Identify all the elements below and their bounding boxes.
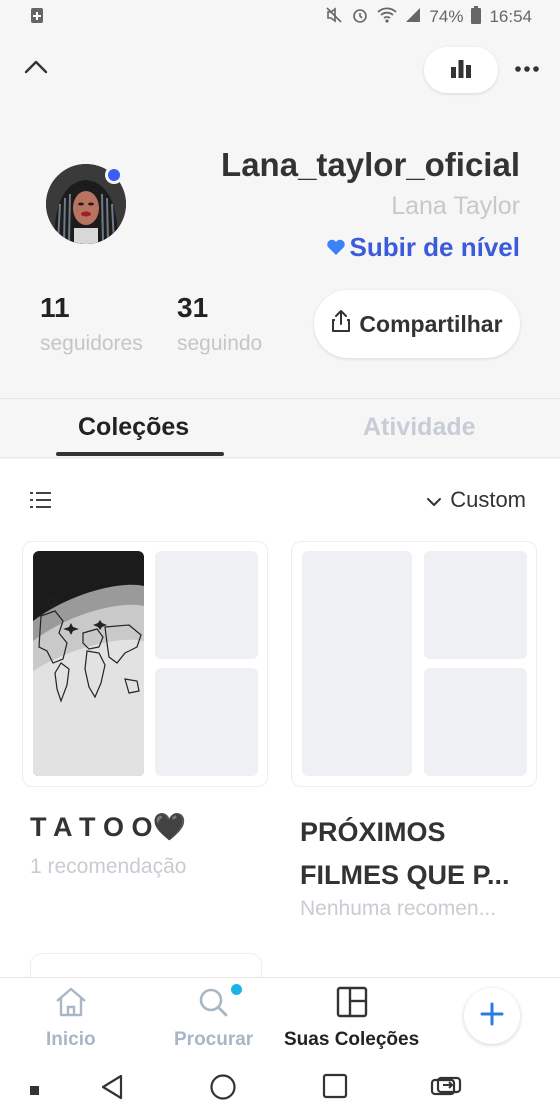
battery-icon [471, 5, 482, 29]
nav-procurar-label: Procurar [174, 1029, 254, 1050]
collection-card-proximos-filmes[interactable] [291, 541, 537, 787]
collection-placeholder [424, 668, 527, 776]
following-count: 31 [177, 292, 209, 323]
share-icon [331, 309, 351, 339]
top-bar [0, 44, 560, 96]
collapse-button[interactable] [20, 52, 52, 84]
nav-inicio-label: Inicio [46, 1029, 96, 1050]
collection-cover-image [33, 551, 144, 776]
plus-icon [479, 1001, 505, 1032]
profile-tabs: Coleções Atividade [0, 398, 560, 458]
status-bar: 74% 16:54 [0, 0, 560, 34]
home-icon [54, 986, 88, 1023]
list-view-button[interactable] [30, 491, 52, 514]
system-nav-bar [0, 1061, 560, 1120]
nav-procurar[interactable]: Procurar [174, 984, 254, 1051]
system-home-icon[interactable] [209, 1073, 237, 1106]
more-dots-icon [514, 60, 540, 78]
chevron-up-icon [20, 60, 52, 88]
collection-placeholder [424, 551, 527, 659]
search-icon [197, 984, 242, 1023]
nav-inicio[interactable]: Inicio [46, 986, 96, 1051]
collection-title-line: PRÓXIMOS [300, 817, 446, 847]
nav-suas-colecoes-label: Suas Coleções [284, 1029, 420, 1050]
active-tab-indicator [56, 452, 224, 456]
collections-content: Custom T A T O O🖤 1 recomendação PRÓXIMO… [0, 459, 560, 993]
bottom-nav: Inicio Procurar Suas Coleções [0, 977, 560, 1061]
clock: 16:54 [489, 7, 532, 26]
following-label: seguindo [177, 332, 263, 355]
tab-colecoes[interactable]: Coleções [78, 413, 189, 442]
heart-icon [326, 232, 346, 263]
username: Lana_taylor_oficial [221, 146, 520, 183]
more-button[interactable] [510, 52, 544, 86]
collections-icon [336, 986, 368, 1023]
collection-placeholder [155, 668, 258, 776]
level-up-link[interactable]: Subir de nível [326, 232, 521, 263]
list-icon [30, 492, 52, 513]
share-button[interactable]: Compartilhar [314, 290, 520, 358]
mute-icon [325, 6, 343, 29]
system-recents-icon[interactable] [322, 1073, 348, 1104]
collection-card-tatoo[interactable] [22, 541, 268, 787]
followers-stat[interactable]: 11 seguidores [40, 292, 143, 356]
chevron-down-icon [426, 487, 442, 513]
full-name: Lana Taylor [391, 192, 520, 220]
system-dot-icon [30, 1083, 40, 1101]
followers-count: 11 [40, 292, 70, 323]
collection-placeholder [302, 551, 412, 776]
collection-title-line: FILMES QUE P... [300, 860, 510, 890]
collection-subtitle: Nenhuma recomen... [300, 897, 497, 920]
share-label: Compartilhar [359, 310, 503, 337]
collection-title[interactable]: PRÓXIMOS FILMES QUE P... [300, 811, 510, 897]
followers-label: seguidores [40, 332, 143, 355]
tab-atividade[interactable]: Atividade [363, 413, 476, 442]
add-collection-button[interactable] [464, 988, 520, 1044]
notification-dot [230, 984, 242, 995]
signal-icon [405, 7, 421, 28]
level-up-label: Subir de nível [349, 232, 521, 262]
collection-title[interactable]: T A T O O🖤 [30, 811, 186, 843]
online-status-dot [105, 166, 123, 184]
stats-button[interactable] [424, 47, 498, 93]
following-stat[interactable]: 31 seguindo [177, 292, 262, 356]
wifi-icon [377, 7, 398, 28]
sort-label: Custom [450, 487, 526, 512]
bar-chart-icon [449, 57, 473, 84]
notification-icon [30, 6, 44, 29]
collection-placeholder [155, 551, 258, 659]
alarm-icon [351, 6, 369, 29]
nav-suas-colecoes[interactable]: Suas Coleções [284, 986, 419, 1051]
battery-percent: 74% [429, 7, 464, 26]
system-switch-icon[interactable] [430, 1073, 462, 1106]
sort-dropdown[interactable]: Custom [426, 487, 526, 513]
collection-subtitle: 1 recomendação [30, 855, 187, 878]
system-back-icon[interactable] [99, 1073, 125, 1106]
